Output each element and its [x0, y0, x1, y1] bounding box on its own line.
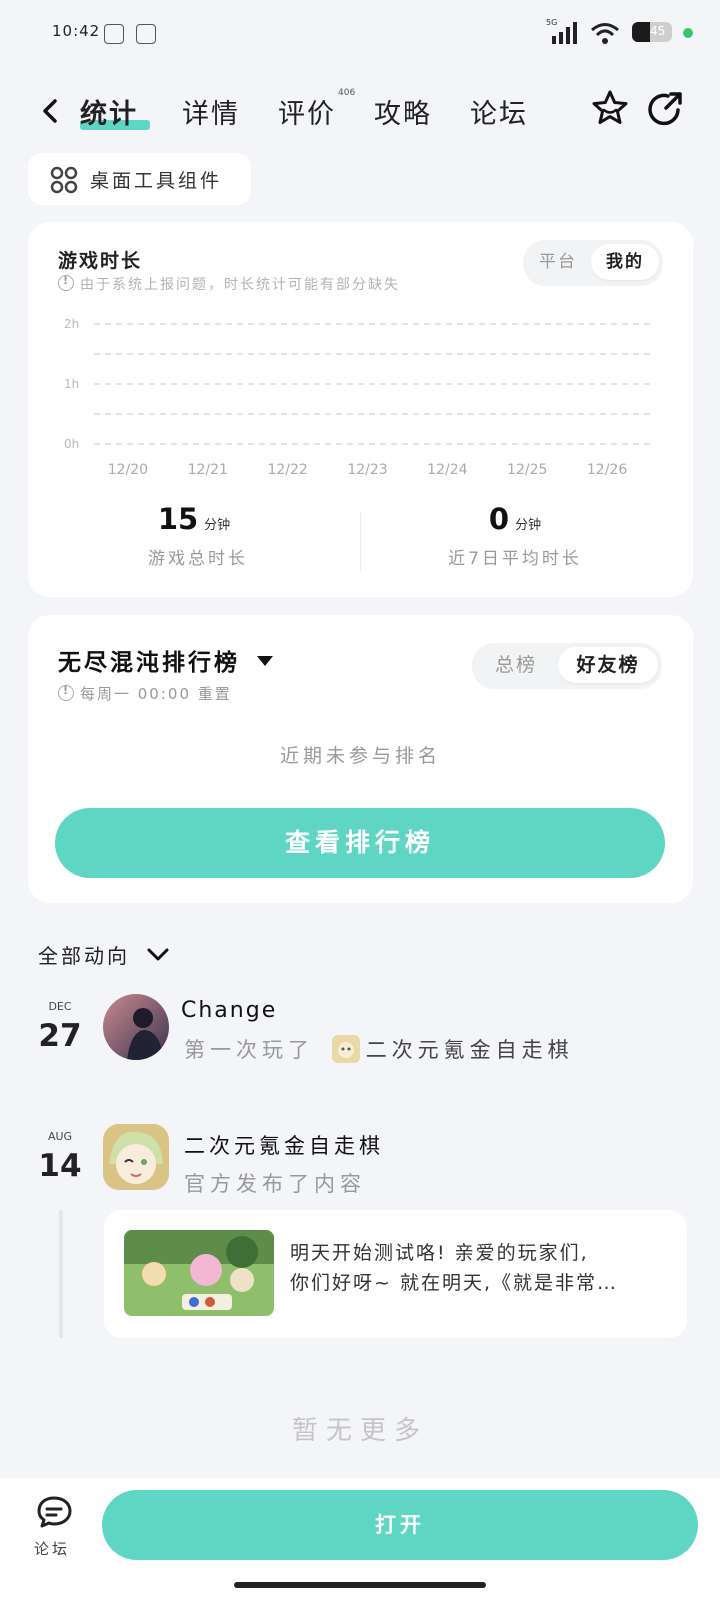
total-playtime: 15 分钟	[28, 502, 360, 536]
grid-icon	[50, 166, 78, 194]
tab-reviews[interactable]: 评价	[278, 92, 336, 131]
playtime-toggle: 平台 我的	[523, 240, 663, 286]
avg-playtime: 0 分钟	[360, 502, 670, 536]
leaderboard-note-text: 每周一 00:00 重置	[80, 685, 232, 703]
post-preview-line: 明天开始测试咯! 亲爱的玩家们,	[290, 1242, 589, 1264]
wifi-icon	[591, 23, 619, 44]
chart-x-tick: 12/26	[587, 462, 627, 478]
avg-playtime-unit: 分钟	[515, 518, 542, 533]
star-icon[interactable]	[590, 88, 630, 128]
chevron-down-icon	[147, 948, 169, 961]
timeline-line	[59, 1210, 63, 1338]
leaderboard-title: 无尽混沌排行榜	[58, 650, 240, 676]
avg-playtime-label: 近7日平均时长	[448, 549, 582, 569]
tab-forum[interactable]: 论坛	[470, 92, 528, 131]
home-indicator	[234, 1582, 486, 1588]
status-time: 10:42	[52, 22, 101, 40]
info-icon	[58, 684, 74, 701]
feed-day: 27	[38, 1018, 82, 1054]
feed-description: 第一次玩了 二次元氪金自走棋	[184, 1034, 574, 1064]
no-more-text: 暂无更多	[291, 1416, 428, 1446]
chart-x-tick: 12/22	[267, 462, 307, 478]
total-playtime-label: 游戏总时长	[148, 549, 248, 569]
chart-y-tick: 2h	[64, 317, 79, 331]
toggle-mine[interactable]: 我的	[591, 244, 659, 280]
battery-level: 45	[650, 24, 666, 38]
leaderboard-toggle: 总榜 好友榜	[472, 643, 662, 689]
tab-stats[interactable]: 统计	[80, 92, 138, 131]
desktop-widget-button[interactable]: 桌面工具组件	[28, 153, 251, 205]
signal-icon	[552, 22, 577, 44]
feed-month: DEC	[48, 1000, 72, 1013]
status-bar: 10:42 5G 45	[0, 0, 720, 64]
forum-icon[interactable]	[36, 1495, 74, 1531]
playtime-note: 由于系统上报问题，时长统计可能有部分缺失	[58, 274, 400, 294]
playtime-note-text: 由于系统上报问题，时长统计可能有部分缺失	[80, 277, 400, 293]
game-app-icon[interactable]	[103, 1124, 169, 1190]
tab-guides[interactable]: 攻略	[374, 92, 432, 131]
playtime-title: 游戏时长	[58, 250, 143, 272]
feed-description: 官方发布了内容	[184, 1172, 366, 1196]
feed-description-text: 第一次玩了	[184, 1038, 314, 1062]
leaderboard-title-dropdown[interactable]: 无尽混沌排行榜	[58, 643, 274, 677]
feed-day: 14	[38, 1148, 82, 1184]
toggle-friends[interactable]: 好友榜	[558, 647, 658, 683]
feed-user-name[interactable]: Change	[181, 998, 277, 1023]
post-thumbnail	[124, 1230, 274, 1316]
game-icon	[331, 1035, 360, 1063]
chart-x-tick: 12/20	[108, 462, 148, 478]
open-game-button[interactable]: 打开	[102, 1490, 698, 1560]
chevron-left-icon[interactable]	[36, 96, 66, 126]
chart-y-tick: 0h	[64, 437, 79, 451]
feed-filter-label: 全部动向	[38, 944, 130, 968]
toggle-platform[interactable]: 平台	[527, 244, 589, 280]
playtime-card: 游戏时长 由于系统上报问题，时长统计可能有部分缺失 平台 我的 2h 1h 0h 12…	[28, 222, 693, 597]
total-playtime-value: 15	[157, 502, 199, 536]
chart-x-tick: 12/21	[188, 462, 228, 478]
share-icon[interactable]	[646, 90, 684, 128]
forum-label[interactable]: 论坛	[34, 1538, 70, 1559]
notification-icon	[104, 24, 124, 44]
notification-icon	[136, 24, 156, 44]
post-preview-text: 明天开始测试咯! 亲爱的玩家们, 你们好呀~ 就在明天,《就是非常…	[290, 1238, 670, 1298]
tab-details[interactable]: 详情	[182, 92, 240, 131]
chart-x-tick: 12/23	[347, 462, 387, 478]
chart-y-tick: 1h	[64, 377, 79, 391]
avatar[interactable]	[103, 994, 169, 1060]
desktop-widget-label: 桌面工具组件	[90, 170, 223, 192]
playtime-chart: 2h 1h 0h 12/20 12/21 12/22 12/23 12/24 12/25 12/2…	[64, 317, 653, 478]
chart-x-tick: 12/25	[507, 462, 547, 478]
info-icon	[58, 274, 74, 291]
post-card[interactable]: 明天开始测试咯! 亲爱的玩家们, 你们好呀~ 就在明天,《就是非常…	[104, 1210, 687, 1338]
view-leaderboard-button[interactable]: 查看排行榜	[55, 808, 665, 878]
caret-down-icon	[257, 656, 274, 666]
review-count-badge: 406	[338, 88, 356, 98]
feed-game-name[interactable]: 二次元氪金自走棋	[184, 1130, 384, 1160]
leaderboard-note: 每周一 00:00 重置	[58, 683, 232, 704]
leaderboard-empty-text: 近期未参与排名	[279, 745, 441, 767]
feed-filter-dropdown[interactable]: 全部动向	[38, 940, 169, 969]
toggle-overall[interactable]: 总榜	[476, 647, 556, 683]
feed-game-link[interactable]: 二次元氪金自走棋	[366, 1038, 574, 1062]
avg-playtime-value: 0	[488, 502, 510, 536]
indicator-dot	[683, 28, 693, 38]
battery-icon: 45	[632, 22, 672, 42]
chart-x-tick: 12/24	[427, 462, 467, 478]
feed-month: AUG	[47, 1130, 73, 1143]
post-preview-line: 你们好呀~ 就在明天,《就是非常…	[290, 1272, 618, 1294]
total-playtime-unit: 分钟	[204, 518, 231, 533]
